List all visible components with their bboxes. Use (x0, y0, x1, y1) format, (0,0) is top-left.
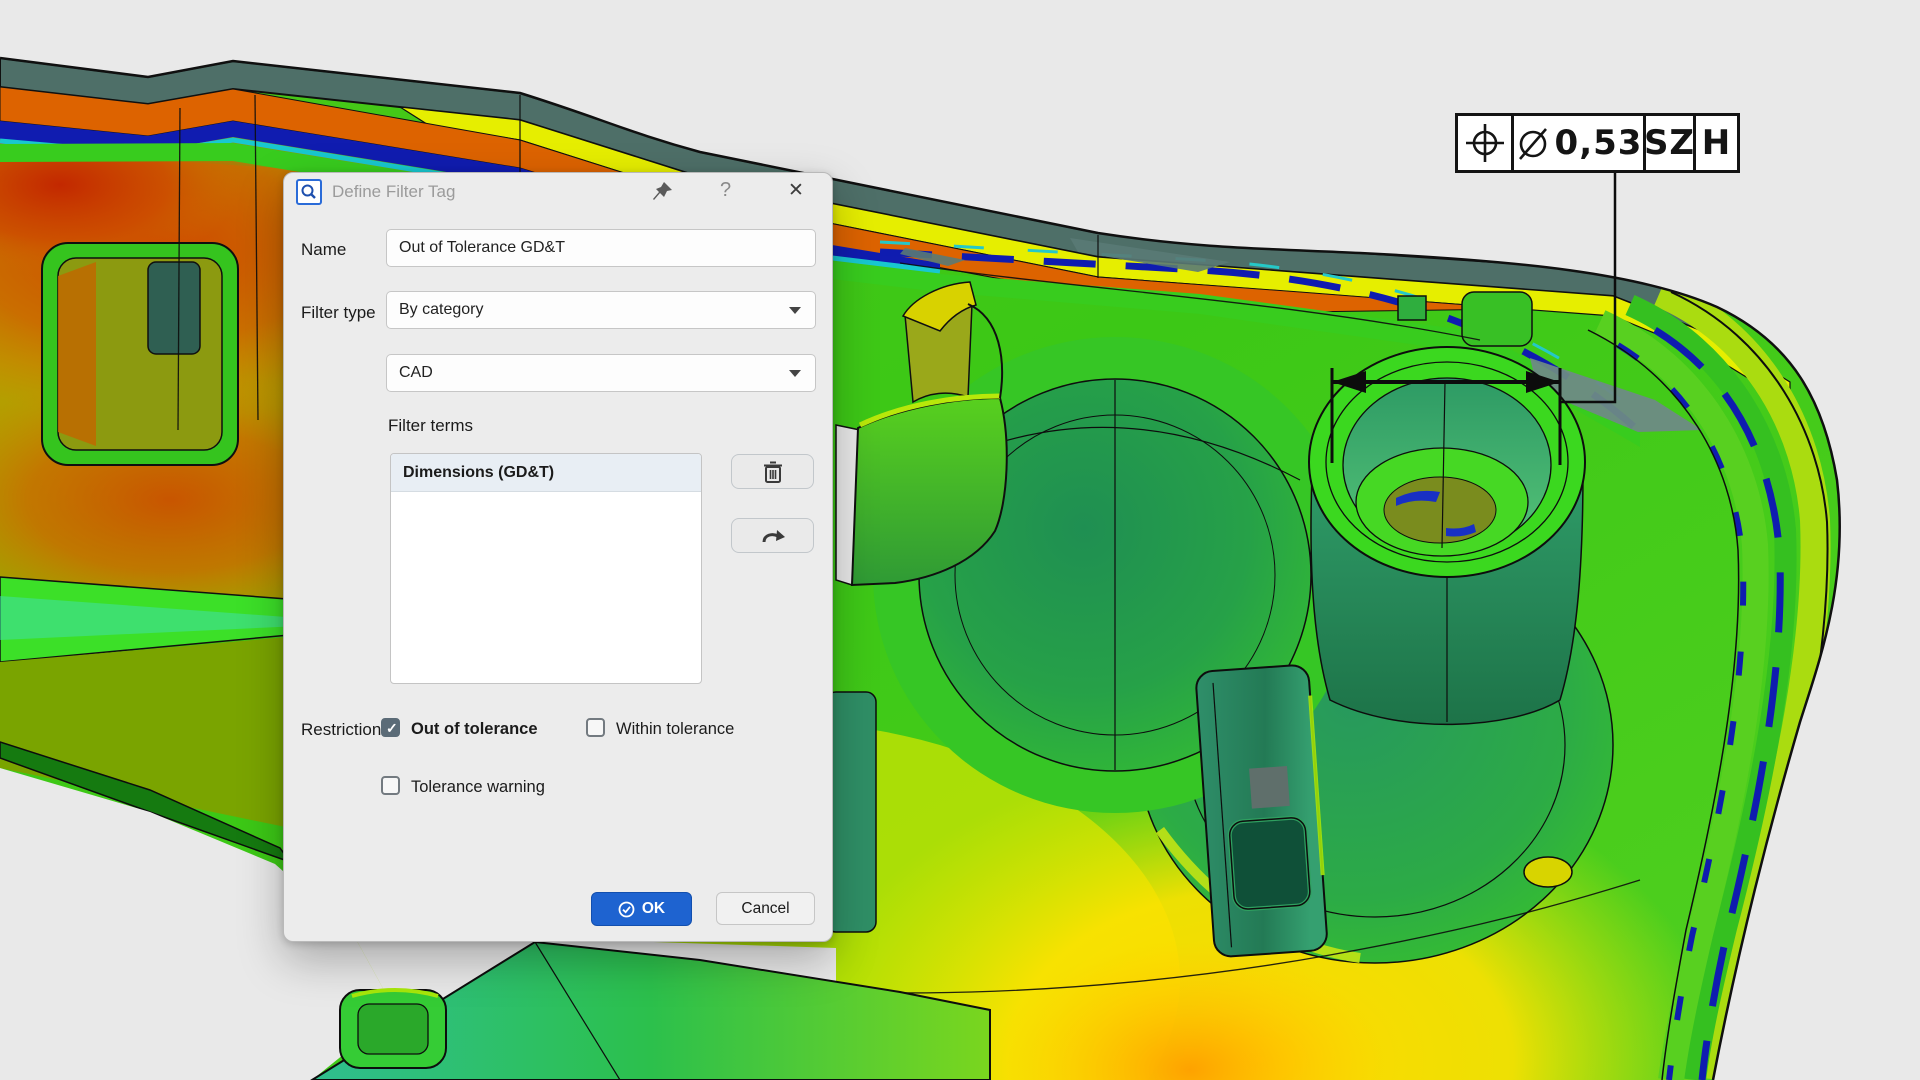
tolerance-zone-cell: SZ (1646, 116, 1696, 170)
help-icon[interactable]: ? (720, 179, 731, 202)
category-select[interactable]: CAD (386, 354, 816, 392)
name-field-wrap (386, 229, 816, 267)
chevron-down-icon (789, 307, 801, 314)
within-tolerance-label: Within tolerance (616, 720, 734, 739)
name-input[interactable] (387, 230, 815, 266)
filter-tag-icon (296, 179, 322, 205)
cylindrical-boss (1309, 347, 1585, 724)
datum-reference: H (1702, 123, 1731, 163)
list-item-dimensions-gdt[interactable]: Dimensions (GD&T) (391, 454, 701, 492)
name-label: Name (301, 240, 346, 260)
define-filter-tag-dialog: Define Filter Tag ? ✕ Name Filter type B… (283, 172, 833, 942)
tolerance-value-cell: 0,53 (1514, 116, 1646, 170)
tolerance-zone: SZ (1644, 123, 1695, 163)
chevron-down-icon (789, 370, 801, 377)
cancel-button[interactable]: Cancel (716, 892, 815, 925)
clip-tower-feature (1195, 664, 1328, 957)
trash-icon (762, 460, 784, 484)
filter-terms-label: Filter terms (388, 416, 473, 436)
tolerance-warning-label: Tolerance warning (411, 778, 545, 797)
filter-type-select[interactable]: By category (386, 291, 816, 329)
apply-term-button[interactable] (731, 518, 814, 553)
datum-cell: H (1696, 116, 1737, 170)
ok-button[interactable]: OK (591, 892, 692, 926)
gdt-annotation-frame[interactable]: 0,53 SZ H (1455, 113, 1740, 173)
restriction-label: Restriction (301, 720, 381, 740)
dialog-titlebar[interactable]: Define Filter Tag ? ✕ (284, 173, 832, 213)
position-tolerance-icon (1458, 116, 1514, 170)
within-tolerance-checkbox[interactable] (586, 718, 605, 737)
close-icon[interactable]: ✕ (788, 179, 804, 202)
redo-arrow-icon (760, 526, 786, 546)
diameter-symbol-icon (1515, 123, 1551, 163)
pin-icon[interactable] (651, 181, 673, 203)
filter-type-label: Filter type (301, 303, 376, 323)
tolerance-value: 0,53 (1555, 123, 1643, 163)
ok-check-icon (618, 901, 635, 918)
category-value: CAD (387, 364, 789, 382)
filter-type-value: By category (387, 301, 789, 319)
tolerance-warning-checkbox[interactable] (381, 776, 400, 795)
dialog-title: Define Filter Tag (332, 182, 455, 202)
out-of-tolerance-checkbox[interactable] (381, 718, 400, 737)
delete-term-button[interactable] (731, 454, 814, 489)
out-of-tolerance-label: Out of tolerance (411, 720, 538, 739)
filter-terms-listbox[interactable]: Dimensions (GD&T) (390, 453, 702, 684)
